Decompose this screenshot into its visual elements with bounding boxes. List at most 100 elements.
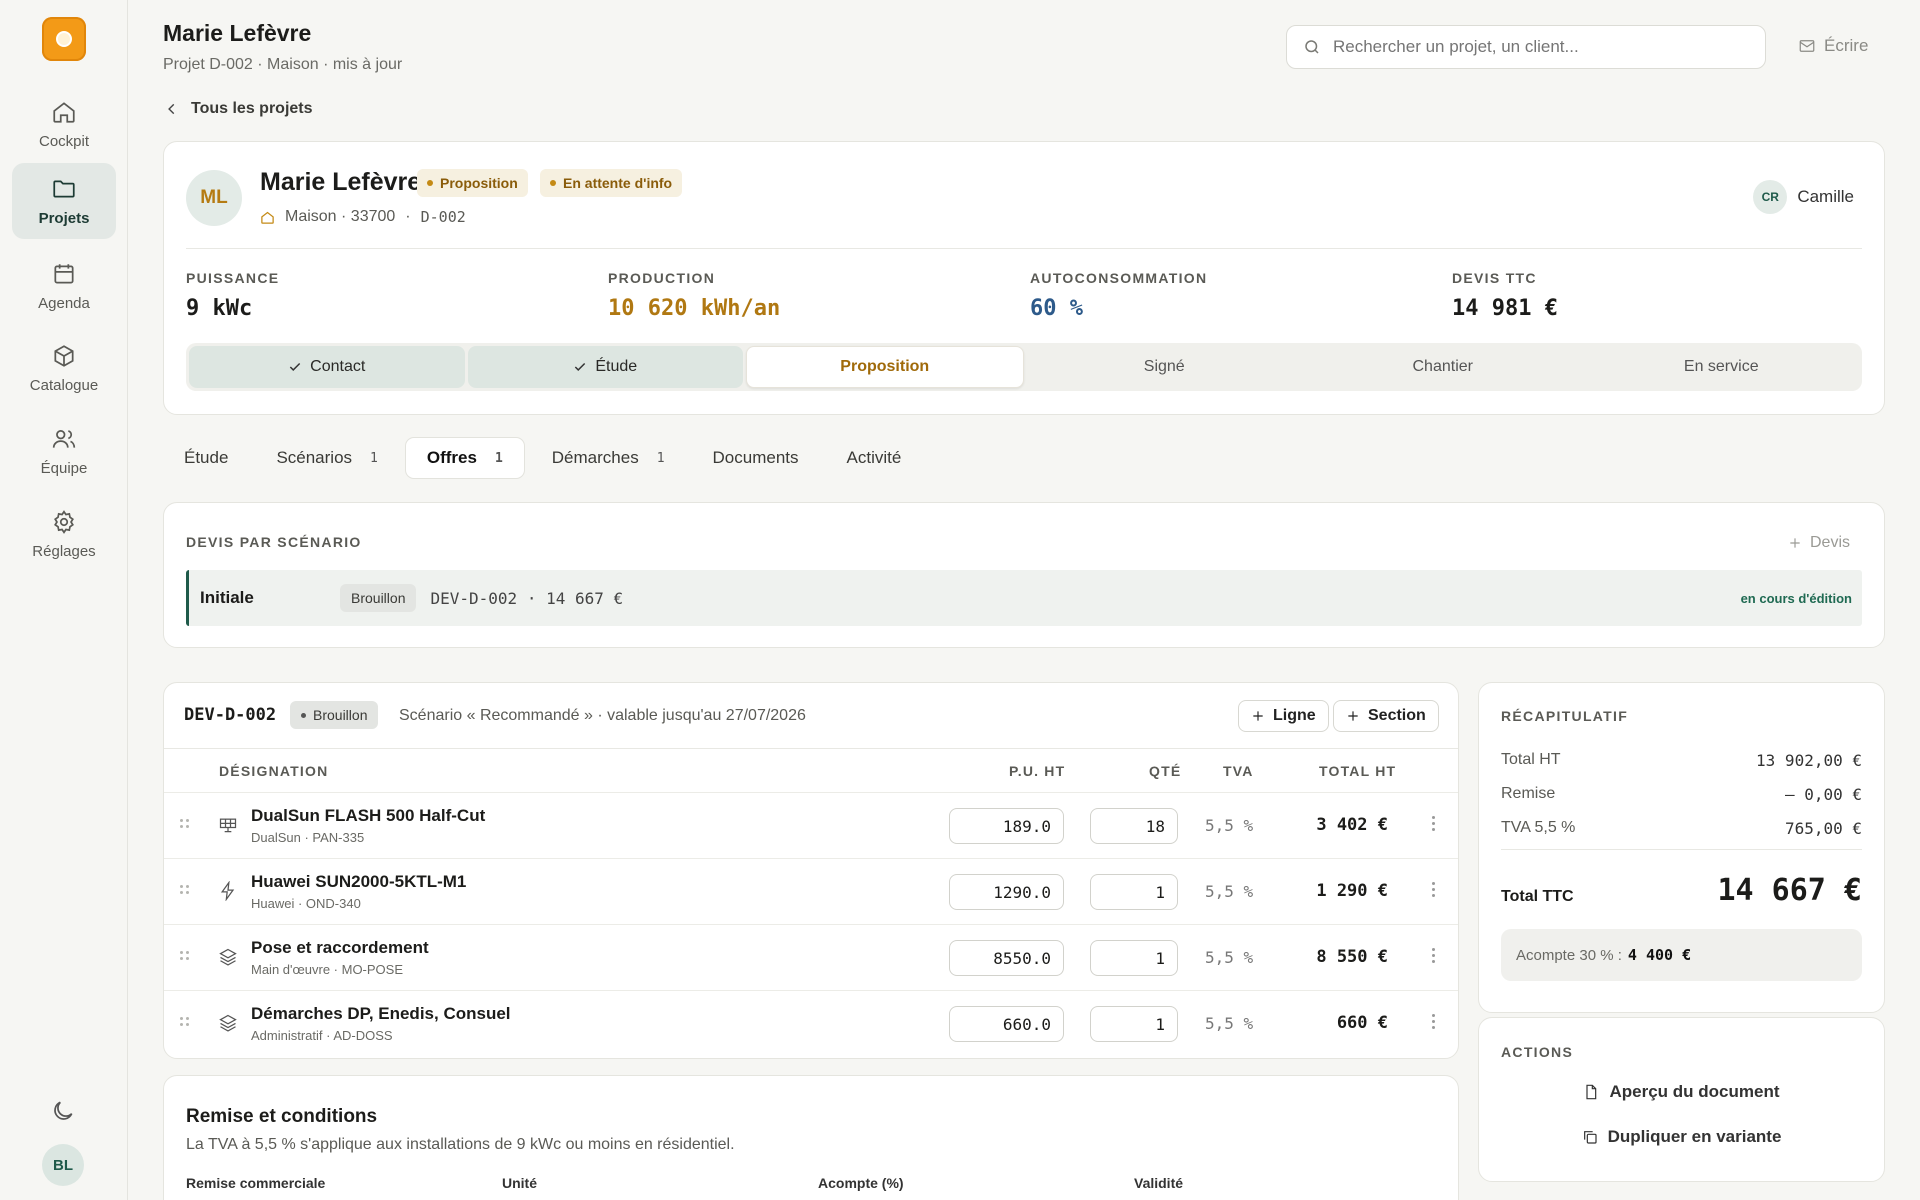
more-icon[interactable] bbox=[1432, 816, 1436, 832]
recap-card: RÉCAPITULATIF Total HT 13 902,00 € Remise… bbox=[1478, 682, 1885, 1013]
sidebar-item-label: Catalogue bbox=[29, 376, 99, 394]
col-qty: QTÉ bbox=[1149, 763, 1182, 779]
total-ttc-label: Total TTC bbox=[1501, 888, 1574, 905]
line-name: Huawei SUN2000-5KTL-M1 bbox=[251, 872, 467, 891]
more-icon[interactable] bbox=[1432, 882, 1436, 898]
step-signe[interactable]: Signé bbox=[1027, 346, 1303, 388]
kpi-devis-ttc: DEVIS TTC 14 981 € bbox=[1452, 270, 1558, 321]
moon-icon[interactable] bbox=[50, 1098, 76, 1124]
tab-label: Offres bbox=[426, 448, 477, 467]
tab-count: 1 bbox=[656, 450, 665, 466]
search-box[interactable] bbox=[1286, 25, 1766, 69]
quantity-input[interactable]: 1 bbox=[1090, 1006, 1178, 1042]
col-designation: DÉSIGNATION bbox=[219, 763, 329, 779]
step-label: En service bbox=[1683, 358, 1759, 375]
sidebar-item-reglages[interactable]: Réglages bbox=[12, 496, 116, 572]
tab-label: Démarches bbox=[551, 448, 639, 467]
divider bbox=[1501, 849, 1862, 850]
line-name: Démarches DP, Enedis, Consuel bbox=[251, 1004, 511, 1023]
sidebar-item-cockpit[interactable]: Cockpit bbox=[12, 86, 116, 162]
unit-price-input[interactable]: 660.0 bbox=[949, 1006, 1064, 1042]
quantity-input[interactable]: 1 bbox=[1090, 874, 1178, 910]
box-icon bbox=[54, 344, 74, 367]
line-total: 8 550 € bbox=[1316, 947, 1388, 967]
tab-count: 1 bbox=[494, 450, 503, 466]
step-proposition[interactable]: Proposition bbox=[746, 346, 1024, 388]
assignee-avatar: CR bbox=[1753, 180, 1788, 214]
tab-scenarios[interactable]: Scénarios 1 bbox=[255, 437, 398, 479]
assignee-name: Camille bbox=[1797, 187, 1854, 206]
kpi-autoconsommation: AUTOCONSOMMATION 60 % bbox=[1030, 270, 1207, 321]
acompte-value: 4 400 € bbox=[1627, 946, 1692, 964]
sidebar-item-label: Équipe bbox=[40, 459, 88, 477]
app-logo[interactable] bbox=[42, 17, 86, 61]
quantity-input[interactable]: 18 bbox=[1090, 808, 1178, 844]
step-chantier[interactable]: Chantier bbox=[1305, 346, 1581, 388]
sidebar-item-catalogue[interactable]: Catalogue bbox=[12, 330, 116, 406]
tab-label: Scénarios bbox=[276, 448, 353, 467]
tab-activite[interactable]: Activité bbox=[826, 437, 923, 479]
tab-etude[interactable]: Étude bbox=[163, 437, 249, 479]
search-input[interactable] bbox=[1333, 37, 1713, 57]
unit-price-input[interactable]: 8550.0 bbox=[949, 940, 1064, 976]
assignee[interactable]: CR Camille bbox=[1753, 180, 1854, 214]
recap-value: 765,00 € bbox=[1784, 819, 1862, 838]
tab-label: Activité bbox=[846, 448, 902, 467]
actions-title: ACTIONS bbox=[1501, 1044, 1574, 1060]
lightning-icon bbox=[220, 881, 235, 901]
gear-icon bbox=[54, 509, 74, 534]
project-card: ML Marie Lefèvre Proposition En attente … bbox=[163, 141, 1885, 415]
remise-title: Remise et conditions bbox=[186, 1106, 378, 1127]
remise-card: Remise et conditions La TVA à 5,5 % s'ap… bbox=[163, 1075, 1459, 1200]
step-en-service[interactable]: En service bbox=[1584, 346, 1860, 388]
tab-documents[interactable]: Documents bbox=[692, 437, 820, 479]
recap-label: TVA 5,5 % bbox=[1501, 819, 1576, 836]
client-location: Maison · 33700 bbox=[285, 208, 396, 225]
plus-icon bbox=[1348, 711, 1358, 721]
line-tva: 5,5 % bbox=[1205, 1014, 1254, 1033]
project-reference: D-002 bbox=[420, 208, 466, 226]
quantity-input[interactable]: 1 bbox=[1090, 940, 1178, 976]
tab-offres[interactable]: Offres 1 bbox=[404, 437, 525, 479]
preview-label: Aperçu du document bbox=[1609, 1082, 1780, 1101]
quote-lines-card: DEV-D-002 Brouillon Scénario « Recommand… bbox=[163, 682, 1459, 1059]
more-icon[interactable] bbox=[1432, 1014, 1436, 1030]
drag-handle[interactable] bbox=[180, 1015, 192, 1029]
step-contact[interactable]: Contact bbox=[189, 346, 465, 388]
tab-demarches[interactable]: Démarches 1 bbox=[531, 437, 686, 479]
user-avatar[interactable]: BL bbox=[42, 1144, 84, 1186]
more-icon[interactable] bbox=[1432, 948, 1436, 964]
add-devis-label: Devis bbox=[1809, 534, 1850, 551]
recap-label: Remise bbox=[1501, 785, 1556, 802]
kpi-label: PRODUCTION bbox=[608, 270, 716, 286]
sidebar-item-projets[interactable]: Projets bbox=[12, 163, 116, 239]
layers-icon bbox=[219, 948, 237, 966]
write-button[interactable]: Écrire bbox=[1798, 36, 1868, 56]
step-etude[interactable]: Étude bbox=[467, 346, 743, 388]
add-line-button[interactable]: Ligne bbox=[1238, 700, 1329, 732]
recap-value: 13 902,00 € bbox=[1756, 751, 1862, 770]
preview-document-button[interactable]: Aperçu du document bbox=[1479, 1082, 1884, 1102]
actions-card: ACTIONS Aperçu du document Dupliquer en … bbox=[1478, 1017, 1885, 1182]
remise-subtitle: La TVA à 5,5 % s'applique aux installati… bbox=[186, 1136, 735, 1153]
plus-icon bbox=[1790, 538, 1800, 548]
drag-handle[interactable] bbox=[180, 817, 192, 831]
line-sub: Main d'œuvre · MO-POSE bbox=[251, 962, 404, 977]
document-icon bbox=[1586, 1084, 1597, 1100]
kpi-label: AUTOCONSOMMATION bbox=[1030, 270, 1208, 286]
add-section-button[interactable]: Section bbox=[1333, 700, 1439, 732]
drag-handle[interactable] bbox=[180, 883, 192, 897]
kpi-puissance: PUISSANCE 9 kWc bbox=[186, 270, 279, 321]
recap-row: Remise – 0,00 € bbox=[1501, 785, 1862, 804]
sidebar-item-agenda[interactable]: Agenda bbox=[12, 248, 116, 324]
add-devis-button[interactable]: Devis bbox=[1788, 534, 1850, 552]
unit-price-input[interactable]: 189.0 bbox=[949, 808, 1064, 844]
back-link[interactable]: Tous les projets bbox=[165, 100, 313, 118]
duplicate-variant-button[interactable]: Dupliquer en variante bbox=[1479, 1127, 1884, 1147]
sidebar-item-equipe[interactable]: Équipe bbox=[12, 413, 116, 489]
drag-handle[interactable] bbox=[180, 949, 192, 963]
recap-row: Total HT 13 902,00 € bbox=[1501, 751, 1862, 770]
unit-price-input[interactable]: 1290.0 bbox=[949, 874, 1064, 910]
section-title: DEVIS PAR SCÉNARIO bbox=[186, 534, 362, 550]
scenario-devis-row[interactable]: Initiale Brouillon DEV-D-002 · 14 667 € … bbox=[186, 570, 1862, 626]
